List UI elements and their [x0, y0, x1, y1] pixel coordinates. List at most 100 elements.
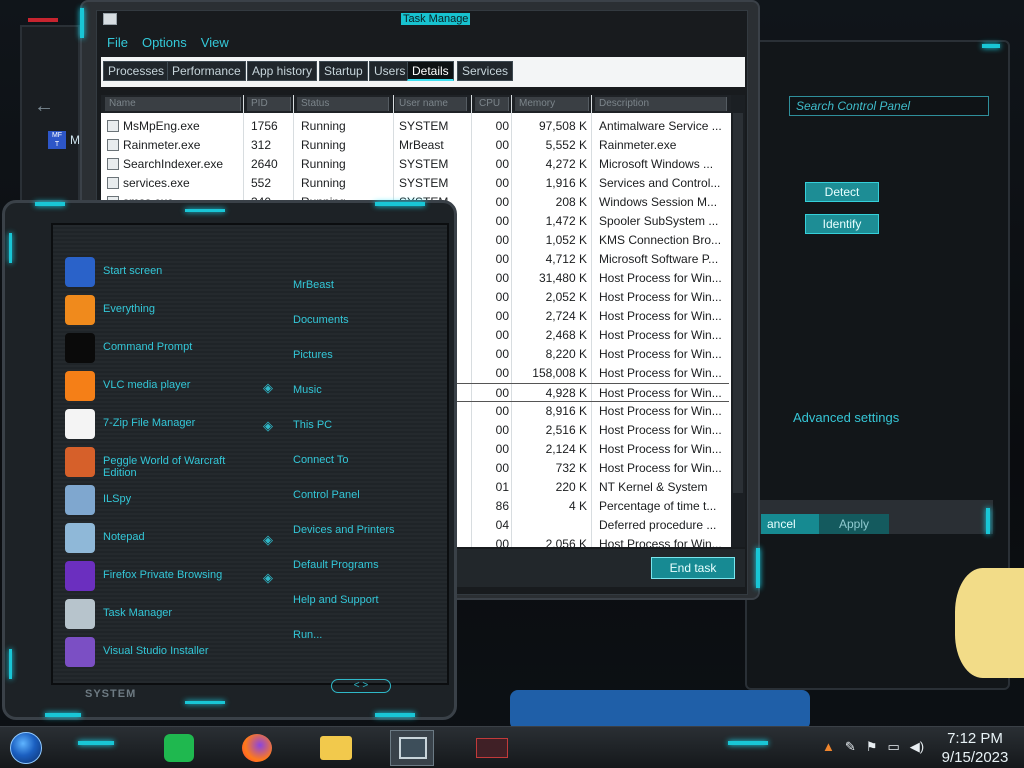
tab-app-history[interactable]: App history: [247, 61, 318, 81]
table-row[interactable]: Rainmeter.exe 312 Running MrBeast 00 5,552 K R…: [101, 136, 729, 155]
cell-memory: 2,052 K: [545, 290, 587, 304]
neon-accent: [80, 8, 84, 38]
tab-performance[interactable]: Performance: [167, 61, 246, 81]
start-menu-item-label: ILSpy: [103, 493, 132, 505]
header-pid[interactable]: PID: [247, 97, 291, 111]
neon-accent: [375, 202, 425, 206]
places-link[interactable]: Pictures: [293, 349, 333, 361]
header-name[interactable]: Name: [105, 97, 241, 111]
places-link[interactable]: Connect To: [293, 454, 348, 466]
menu-options[interactable]: Options: [142, 35, 187, 55]
tab-services[interactable]: Services: [457, 61, 514, 81]
places-link[interactable]: This PC: [293, 419, 332, 431]
start-menu-item[interactable]: Peggle World of Warcraft Edition: [61, 445, 261, 479]
process-icon: [107, 158, 119, 170]
cell-cpu: 00: [495, 157, 509, 171]
taskbar-file-explorer[interactable]: [314, 730, 358, 766]
detect-button[interactable]: Detect: [805, 182, 879, 202]
cell-description: Percentage of time t...: [599, 499, 717, 513]
jump-list-arrow-icon[interactable]: ◈: [261, 533, 275, 547]
cell-cpu: 00: [495, 271, 509, 285]
cell-memory: 4 K: [568, 499, 587, 513]
end-task-button[interactable]: End task: [651, 557, 735, 579]
cell-cpu: 00: [495, 252, 509, 266]
start-menu-item[interactable]: 7-Zip File Manager: [61, 407, 261, 441]
cell-description: Microsoft Windows ...: [599, 157, 714, 171]
start-menu-item[interactable]: Everything: [61, 293, 261, 327]
table-row[interactable]: MsMpEng.exe 1756 Running SYSTEM 00 97,508 K An…: [101, 117, 729, 136]
tab-details[interactable]: Details: [407, 61, 454, 81]
start-menu-item[interactable]: Start screen: [61, 255, 261, 289]
start-menu-item[interactable]: Visual Studio Installer: [61, 635, 261, 669]
cell-name: services.exe: [123, 176, 190, 190]
command-prompt-icon: [65, 333, 95, 363]
cell-memory: 5,552 K: [545, 138, 587, 152]
header-username[interactable]: User name: [395, 97, 467, 111]
taskbar-app[interactable]: [470, 730, 514, 766]
places-link[interactable]: MrBeast: [293, 279, 334, 291]
scroll-arrows-icon[interactable]: < >: [331, 679, 391, 693]
start-menu-item[interactable]: ILSpy: [61, 483, 261, 517]
search-input[interactable]: Search Control Panel: [789, 96, 989, 116]
back-arrow-icon[interactable]: ←: [34, 95, 54, 118]
cancel-button[interactable]: ancel: [761, 514, 821, 534]
places-link[interactable]: Help and Support: [293, 594, 379, 606]
taskbar-firefox[interactable]: [236, 730, 280, 766]
vertical-scrollbar[interactable]: [731, 95, 745, 547]
tab-users[interactable]: Users: [369, 61, 411, 81]
places-link[interactable]: Devices and Printers: [293, 524, 395, 536]
pen-icon[interactable]: ✎: [845, 739, 856, 755]
header-status[interactable]: Status: [297, 97, 389, 111]
places-link[interactable]: Documents: [293, 314, 349, 326]
peggle-icon: [65, 447, 95, 477]
clock[interactable]: 7:12 PM 9/15/2023: [930, 729, 1020, 767]
header-description[interactable]: Description: [595, 97, 727, 111]
jump-list-arrow-icon[interactable]: ◈: [261, 381, 275, 395]
cell-description: Host Process for Win...: [599, 404, 722, 418]
display-icon[interactable]: ▭: [887, 739, 899, 755]
menu-view[interactable]: View: [201, 35, 229, 55]
table-row[interactable]: services.exe 552 Running SYSTEM 00 1,916 K Ser…: [101, 174, 729, 193]
volume-icon[interactable]: ◀): [910, 739, 924, 755]
flag-icon[interactable]: ⚑: [866, 739, 878, 755]
advanced-settings-link[interactable]: Advanced settings: [793, 410, 899, 425]
start-menu-item[interactable]: Task Manager: [61, 597, 261, 631]
start-menu-item[interactable]: Notepad: [61, 521, 261, 555]
cell-description: Deferred procedure ...: [599, 518, 717, 532]
jump-list-arrow-icon[interactable]: ◈: [261, 419, 275, 433]
scrollbar-thumb[interactable]: [733, 113, 743, 493]
tab-startup[interactable]: Startup: [319, 61, 368, 81]
places-link[interactable]: Run...: [293, 629, 322, 641]
taskbar-task-manager[interactable]: [390, 730, 434, 766]
start-menu-item-label: 7-Zip File Manager: [103, 417, 196, 429]
start-menu-item[interactable]: VLC media player: [61, 369, 261, 403]
identify-button[interactable]: Identify: [805, 214, 879, 234]
start-menu: Start screen Everything Command Prompt VLC …: [2, 200, 457, 720]
apply-button[interactable]: Apply: [819, 514, 889, 534]
jump-list-arrow-icon[interactable]: ◈: [261, 571, 275, 585]
neon-accent: [45, 713, 81, 717]
header-memory[interactable]: Memory: [515, 97, 589, 111]
cell-description: Host Process for Win...: [599, 442, 722, 456]
notification-icon[interactable]: ▲: [822, 739, 835, 755]
cell-cpu: 00: [495, 386, 509, 400]
neon-accent: [375, 713, 415, 717]
places-link[interactable]: Default Programs: [293, 559, 379, 571]
clock-date: 9/15/2023: [941, 749, 1009, 766]
start-menu-item[interactable]: Firefox Private Browsing: [61, 559, 261, 593]
table-row[interactable]: SearchIndexer.exe 2640 Running SYSTEM 00 4,27…: [101, 155, 729, 174]
start-menu-item[interactable]: Command Prompt: [61, 331, 261, 365]
cell-username: MrBeast: [399, 138, 444, 152]
places-link[interactable]: Control Panel: [293, 489, 360, 501]
menu-file[interactable]: File: [107, 35, 128, 55]
places-link[interactable]: Music: [293, 384, 322, 396]
folder-icon: [320, 736, 352, 760]
cell-memory: 97,508 K: [538, 119, 587, 133]
cell-description: NT Kernel & System: [599, 480, 708, 494]
taskbar-notes-app[interactable]: [158, 730, 202, 766]
start-orb-icon[interactable]: [10, 732, 42, 764]
cell-description: Rainmeter.exe: [599, 138, 677, 152]
header-cpu[interactable]: CPU: [475, 97, 509, 111]
cell-memory: 2,124 K: [545, 442, 587, 456]
tab-processes[interactable]: Processes: [103, 61, 170, 81]
